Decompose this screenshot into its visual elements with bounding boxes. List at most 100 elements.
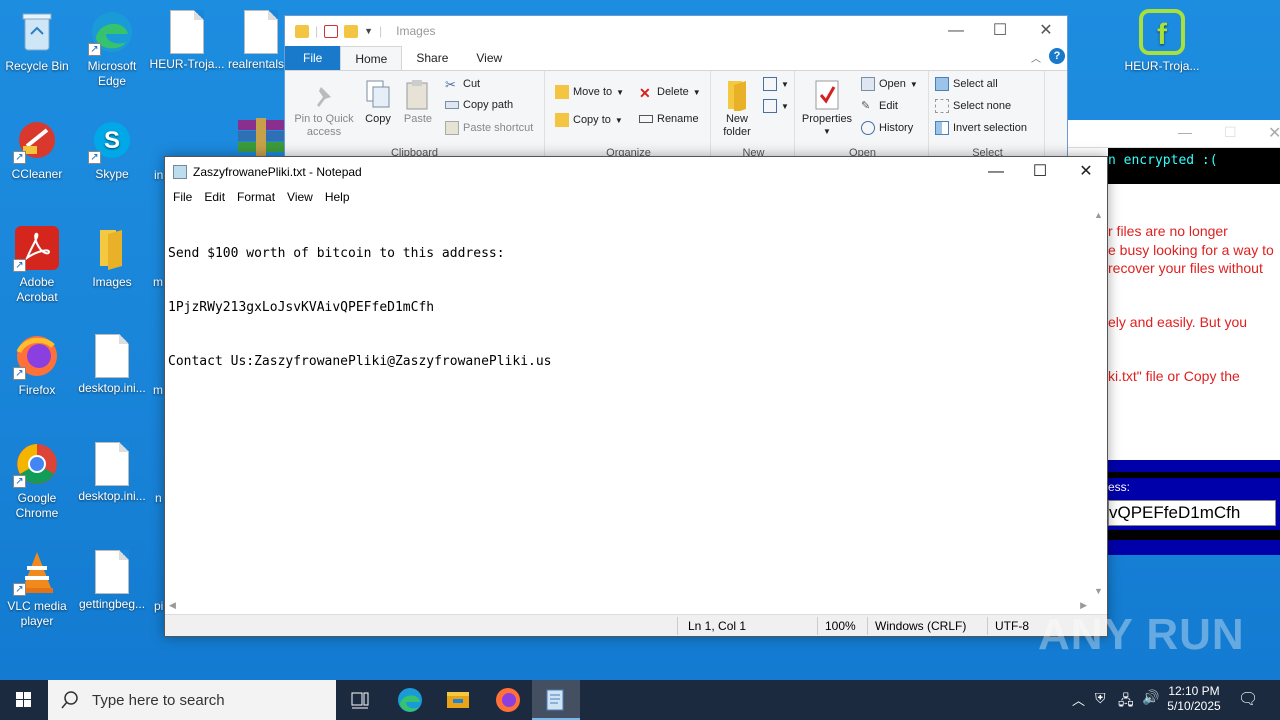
scissors-icon: ✂ xyxy=(445,77,456,92)
desktop-icon-images-folder[interactable]: Images xyxy=(73,224,151,290)
desktop-icon-desktop-ini-2[interactable]: desktop.ini... xyxy=(73,440,151,504)
select-none-icon xyxy=(935,99,949,113)
volume-icon[interactable]: 🔊 xyxy=(1142,689,1159,706)
network-icon[interactable]: 🖧 xyxy=(1118,690,1134,714)
desktop-icon-desktop-ini-1[interactable]: desktop.ini... xyxy=(73,332,151,396)
properties-icon[interactable] xyxy=(324,24,339,38)
desktop-icon-recycle-bin[interactable]: Recycle Bin xyxy=(0,8,76,74)
history-button[interactable]: History xyxy=(861,121,913,135)
tab-view[interactable]: View xyxy=(462,46,516,70)
paste-shortcut-button[interactable]: Paste shortcut xyxy=(445,121,533,135)
notifications-icon[interactable]: 🗨 xyxy=(1238,689,1258,709)
taskbar-search-box[interactable]: Type here to search xyxy=(48,680,336,720)
text-line: Contact Us:ZaszyfrowanePliki@Zaszyfrowan… xyxy=(168,354,552,369)
new-folder-icon[interactable] xyxy=(344,24,359,38)
menu-view[interactable]: View xyxy=(281,187,319,207)
notepad-text-area[interactable]: Send $100 worth of bitcoin to this addre… xyxy=(165,207,1091,598)
paste-button[interactable]: Paste xyxy=(401,79,435,125)
scroll-left-icon[interactable]: ◀ xyxy=(169,600,176,611)
select-all-icon xyxy=(935,77,949,91)
ribbon-home: Pin to Quick access Copy Paste ✂ Cut Cop… xyxy=(285,70,1067,161)
shortcut-arrow-icon: ↗ xyxy=(13,367,26,380)
skype-icon: S ↗ xyxy=(88,116,136,164)
properties-button[interactable]: Properties ▼ xyxy=(799,79,855,136)
taskbar-file-explorer[interactable] xyxy=(434,680,482,720)
menu-edit[interactable]: Edit xyxy=(198,187,231,207)
desktop-icon-vlc[interactable]: ↗ VLC media player xyxy=(0,548,76,629)
search-placeholder: Type here to search xyxy=(92,691,225,709)
horizontal-scrollbar[interactable]: ◀ ▶ xyxy=(165,598,1091,614)
move-to-button[interactable]: Move to ▼ xyxy=(555,85,624,99)
close-icon[interactable]: ✕ xyxy=(1268,123,1280,143)
defender-icon[interactable]: ⛨ xyxy=(1095,690,1106,707)
copy-path-button[interactable]: Copy path xyxy=(445,99,513,111)
select-none-button[interactable]: Select none xyxy=(935,99,1011,113)
copy-to-button[interactable]: Copy to ▼ xyxy=(555,113,623,127)
notepad-close-button[interactable]: ✕ xyxy=(1063,157,1109,187)
customize-dropdown-icon[interactable]: ▼ xyxy=(364,26,373,36)
desktop-partial-label: n xyxy=(155,491,162,505)
menu-format[interactable]: Format xyxy=(231,187,281,207)
menu-file[interactable]: File xyxy=(167,187,198,207)
vertical-scrollbar[interactable]: ▲ ▼ xyxy=(1091,207,1107,598)
desktop-icon-google-chrome[interactable]: ↗ Google Chrome xyxy=(0,440,76,521)
invert-selection-button[interactable]: Invert selection xyxy=(935,121,1027,135)
select-all-button[interactable]: Select all xyxy=(935,77,998,91)
desktop-icon-adobe-acrobat[interactable]: ↗ Adobe Acrobat xyxy=(0,224,76,305)
shortcut-arrow-icon: ↗ xyxy=(13,583,26,596)
tab-share[interactable]: Share xyxy=(402,46,462,70)
taskbar-firefox[interactable] xyxy=(484,680,532,720)
firefox-icon xyxy=(496,688,520,712)
explorer-minimize-button[interactable]: — xyxy=(933,16,979,46)
start-button[interactable] xyxy=(0,680,48,720)
desktop-icon-heur-trojan-2[interactable]: f HEUR-Troja... xyxy=(1123,8,1201,74)
edge-icon xyxy=(398,688,422,712)
cut-button[interactable]: ✂ Cut xyxy=(445,77,480,92)
copy-button[interactable]: Copy xyxy=(361,79,395,125)
ransom-address-field[interactable]: vQPEFfeD1mCfh xyxy=(1108,500,1276,526)
taskbar-notepad[interactable] xyxy=(532,680,580,720)
explorer-close-button[interactable]: ✕ xyxy=(1023,16,1069,46)
notepad-titlebar: ZaszyfrowanePliki.txt - Notepad xyxy=(165,157,1107,187)
tab-file[interactable]: File xyxy=(285,46,341,70)
open-button[interactable]: Open ▼ xyxy=(861,77,918,91)
collapse-ribbon-icon[interactable]: ︿ xyxy=(1031,50,1041,65)
show-hidden-icons-chevron-icon[interactable]: ︿ xyxy=(1072,690,1085,709)
minimize-icon[interactable]: — xyxy=(1178,124,1192,140)
new-item-button[interactable]: ▼ xyxy=(763,77,789,91)
delete-button[interactable]: ✕ Delete ▼ xyxy=(639,85,701,101)
clock-date: 5/10/2025 xyxy=(1167,699,1221,713)
scroll-up-icon[interactable]: ▲ xyxy=(1094,210,1103,220)
desktop-icon-ccleaner[interactable]: ↗ CCleaner xyxy=(0,116,76,182)
desktop-icon-firefox[interactable]: ↗ Firefox xyxy=(0,332,76,398)
firefox-icon: ↗ xyxy=(13,332,61,380)
notepad-menubar: File Edit Format View Help xyxy=(165,187,1107,207)
desktop-icon-gettingbeg[interactable]: gettingbeg... xyxy=(73,548,151,612)
explorer-maximize-button[interactable]: ☐ xyxy=(977,16,1023,46)
desktop-icon-skype[interactable]: S ↗ Skype xyxy=(73,116,151,182)
notepad-maximize-button[interactable]: ☐ xyxy=(1017,157,1063,187)
new-folder-button[interactable]: New folder xyxy=(717,79,757,139)
notepad-minimize-button[interactable]: — xyxy=(973,157,1019,187)
menu-help[interactable]: Help xyxy=(319,187,356,207)
edit-pencil-icon: ✎ xyxy=(861,100,871,112)
help-icon[interactable]: ? xyxy=(1049,48,1065,64)
recycle-bin-icon xyxy=(13,8,61,56)
taskbar-edge[interactable] xyxy=(386,680,434,720)
rename-button[interactable]: Rename xyxy=(639,113,699,125)
notepad-title: ZaszyfrowanePliki.txt - Notepad xyxy=(193,165,362,179)
easy-access-button[interactable]: ▼ xyxy=(763,99,789,113)
tab-home[interactable]: Home xyxy=(340,46,403,70)
desktop-icon-microsoft-edge[interactable]: ↗ Microsoft Edge xyxy=(73,8,151,89)
edit-button[interactable]: ✎ Edit xyxy=(861,99,898,113)
desktop-icon-winrar[interactable] xyxy=(238,118,284,156)
desktop-icon-heur-trojan-1[interactable]: HEUR-Troja... xyxy=(148,8,226,72)
pin-quick-access-button[interactable]: Pin to Quick access xyxy=(291,79,357,139)
task-view-button[interactable] xyxy=(336,680,384,720)
taskbar-clock[interactable]: 12:10 PM 5/10/2025 xyxy=(1160,684,1228,714)
new-folder-icon xyxy=(728,81,746,111)
scroll-down-icon[interactable]: ▼ xyxy=(1094,586,1103,596)
text-line: Send $100 worth of bitcoin to this addre… xyxy=(168,246,505,261)
maximize-icon[interactable]: ☐ xyxy=(1224,124,1237,141)
shortcut-arrow-icon: ↗ xyxy=(13,259,26,272)
